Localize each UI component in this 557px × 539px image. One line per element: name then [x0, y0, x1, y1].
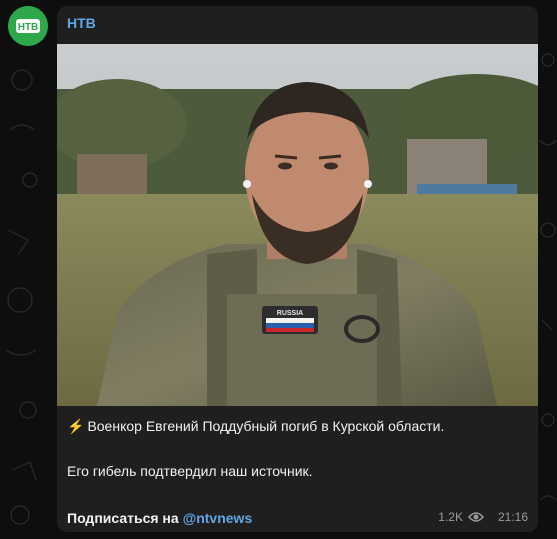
- ntv-logo-icon: НТВ: [8, 6, 48, 46]
- message-meta: 1.2K 21:16: [438, 510, 528, 524]
- subscribe-line: Подписаться на @ntvnews: [67, 510, 252, 526]
- message-bubble[interactable]: НТВ RUSSIA ⚡ Военкор Евгений Поддубный п…: [57, 6, 538, 532]
- svg-text:НТВ: НТВ: [18, 22, 39, 33]
- message-time: 21:16: [497, 510, 528, 524]
- channel-name[interactable]: НТВ: [67, 15, 96, 31]
- eye-icon: [467, 512, 484, 522]
- caption-line-1: ⚡ Военкор Евгений Поддубный погиб в Курск…: [67, 418, 444, 435]
- soldier-portrait-image: RUSSIA: [57, 44, 538, 406]
- russia-patch-text: RUSSIA: [277, 310, 303, 317]
- view-count: 1.2K: [438, 510, 463, 524]
- subscribe-link[interactable]: @ntvnews: [183, 510, 253, 526]
- channel-avatar[interactable]: НТВ: [8, 6, 48, 46]
- lightning-icon: ⚡: [67, 418, 85, 434]
- caption-headline: Военкор Евгений Поддубный погиб в Курско…: [87, 418, 445, 434]
- caption-line-2: Его гибель подтвердил наш источник.: [67, 463, 313, 479]
- subscribe-text: Подписаться на: [67, 510, 179, 526]
- post-photo[interactable]: RUSSIA: [57, 44, 538, 406]
